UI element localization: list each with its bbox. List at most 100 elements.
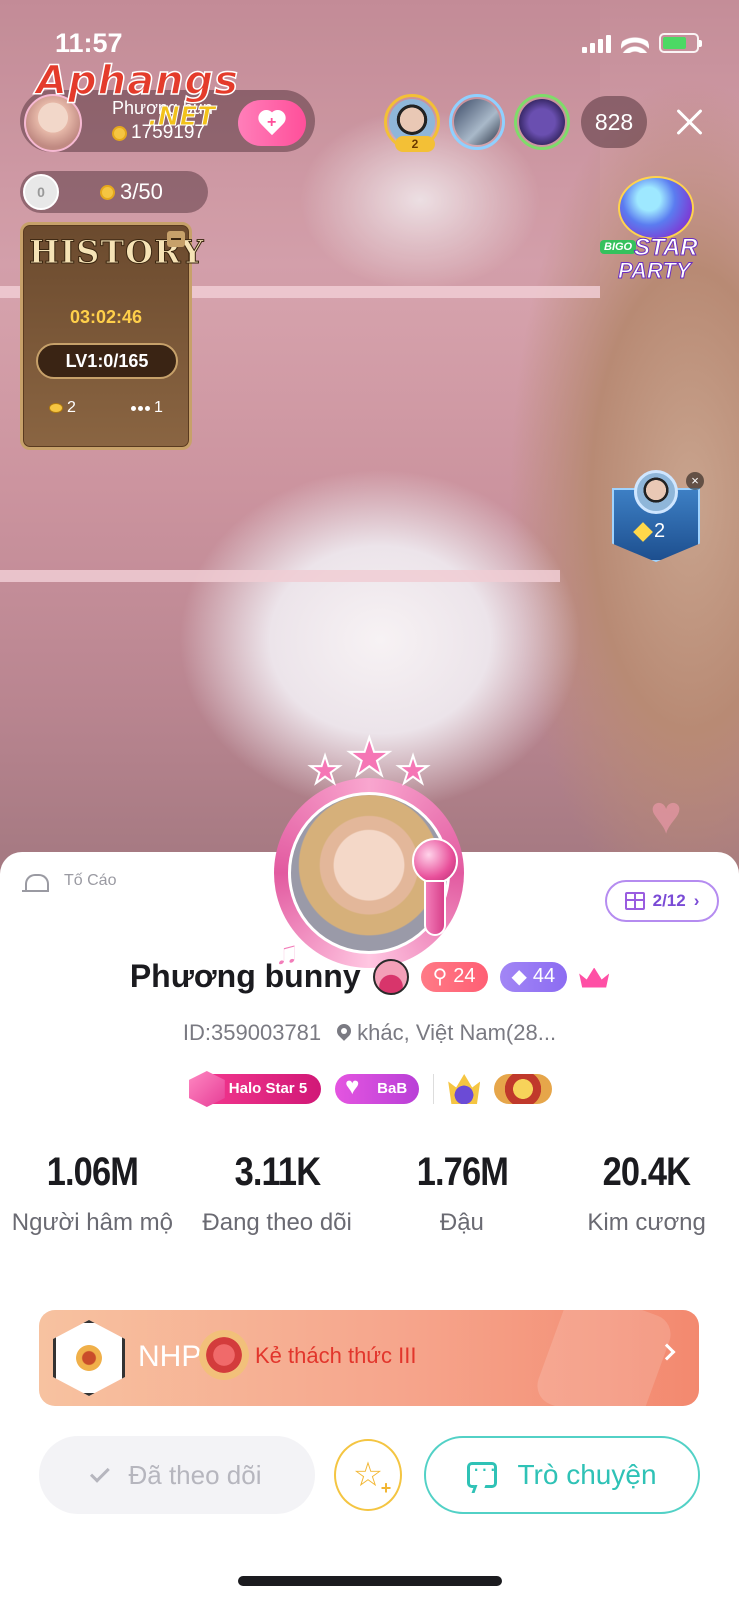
wealth-level-badge[interactable]: ◆ 44 [499,961,568,992]
stat-label: Đang theo dõi [202,1209,352,1236]
crown-medal-icon[interactable] [448,1074,481,1104]
home-indicator[interactable] [238,1576,502,1586]
chat-bubble-icon [467,1456,498,1488]
display-name: Phương bunny [129,958,361,994]
coin-icon [112,125,127,141]
rank-medal-icon [199,1330,249,1380]
history-coin-stat: 2 [49,399,76,417]
report-label: Tố Cáo [64,872,117,889]
winged-medal-icon[interactable] [494,1074,553,1104]
history-level: LV1:0/165 [36,343,178,379]
avatar-stars-icon: ★ ★ ★ [307,728,431,793]
coin-icon [100,184,115,200]
history-timer: 03:02:46 [69,307,143,327]
star-party-brand: BIGO [600,240,637,254]
beans-progress: 3/50 [100,179,163,205]
beans-progress-pill[interactable]: 0 3/50 [20,171,208,213]
floating-hearts-icon [646,784,702,846]
diamond-icon: ◆ [511,966,527,988]
top-gifter-shield[interactable]: × 2 [606,470,706,562]
family-banner[interactable]: NHP Kẻ thách thức III [39,1310,699,1406]
profile-name-row: Phương bunny ⚲ 24 ◆ 44 [0,958,739,995]
stat-value: 20.4K [602,1150,691,1194]
user-id[interactable]: ID:359003781 [183,1020,321,1046]
report-button[interactable]: Tố Cáo [22,868,116,894]
user-level-badge[interactable]: ⚲ 24 [420,961,488,992]
stat-value: 1.76M [416,1150,508,1194]
top-viewer-2[interactable] [449,94,505,150]
shield-value: 2 [654,520,666,542]
check-icon [89,1462,110,1483]
watermark-suffix: .NET [147,102,216,133]
close-icon[interactable] [670,102,710,142]
history-title: HISTORY [29,233,205,272]
stat-value: 1.06M [46,1150,139,1194]
history-item-count: 1 [154,399,163,416]
history-panel[interactable]: HISTORY 03:02:46 LV1:0/165 2 1 [20,222,205,450]
stat-label: Kim cương [587,1209,706,1236]
chat-label: Trò chuyện [517,1459,657,1490]
location-text: khác, Việt Nam(28... [357,1020,557,1045]
shield-diamond-value: 2 [633,520,666,543]
gifter-avatar [634,470,678,514]
history-coin-count: 2 [67,399,76,416]
badge-row: Halo Star 5 BaB [0,1072,739,1104]
planet-icon [618,176,694,240]
star-party-line2: PARTY [618,258,692,284]
followed-button[interactable]: Đã theo dõi [39,1436,315,1514]
shelf [0,570,560,582]
decoration [531,1310,677,1406]
top-viewer-3[interactable] [514,94,570,150]
user-level-icon: ⚲ [432,966,448,988]
stat-diamonds[interactable]: 20.4K Kim cương [554,1120,739,1237]
family-name: NHP [138,1340,202,1373]
gift-count: 2/12 [652,891,686,910]
battery-icon [659,33,702,53]
stat-following[interactable]: 3.11K Đang theo dõi [185,1120,370,1237]
family-logo-icon [53,1320,125,1396]
followed-label: Đã theo dõi [128,1459,262,1490]
minimize-icon[interactable] [167,231,185,247]
gift-icon [624,892,645,910]
status-time: 11:57 [55,28,123,58]
fan-club-badge[interactable]: BaB [335,1072,420,1104]
top-viewer-rank-badge: 2 [395,136,435,152]
stat-label: Đậu [439,1209,484,1236]
family-rank: Kẻ thách thức III [255,1343,417,1368]
beans-level-badge: 0 [23,174,59,210]
wifi-icon [621,33,649,53]
diamond-icon [633,521,653,542]
stat-label: Người hâm mộ [11,1209,173,1236]
signal-icon [582,33,611,53]
divider [433,1074,435,1104]
profile-avatar[interactable]: ★ ★ ★ ♫ [274,728,470,973]
beans-progress-value: 3/50 [120,179,163,204]
viewer-count[interactable]: 828 [581,96,647,148]
wealth-level-value: 44 [532,965,556,987]
tongue-emoji-icon [372,958,409,995]
heart-plus-icon: + [257,109,287,137]
dots-icon [131,405,150,411]
watermark-logo: Aphangs [35,57,239,105]
stat-beans[interactable]: 1.76M Đậu [370,1120,555,1237]
join-fan-club-button[interactable]: + [238,100,306,146]
star-party-event-banner[interactable]: BIGO STAR PARTY [600,176,712,286]
alarm-icon [22,868,50,894]
profile-id-row: ID:359003781 khác, Việt Nam(28... [0,1020,739,1046]
chevron-right-icon: › [693,891,700,910]
halo-star-badge[interactable]: Halo Star 5 [192,1074,322,1104]
history-item-stat: 1 [131,399,163,417]
stat-value: 3.11K [234,1150,320,1194]
stat-fans[interactable]: 1.06M Người hâm mộ [0,1120,185,1237]
gift-wall-button[interactable]: 2/12 › [605,880,719,922]
close-icon[interactable]: × [686,472,704,490]
microphone-icon [410,838,460,948]
chat-button[interactable]: Trò chuyện [424,1436,700,1514]
user-level-value: 24 [453,965,476,987]
location-pin-icon [337,1024,351,1042]
coin-icon [49,403,63,413]
crown-icon[interactable] [579,966,609,988]
add-star-button[interactable]: ☆ + [334,1439,402,1511]
status-icons [582,33,702,53]
profile-stats: 1.06M Người hâm mộ 3.11K Đang theo dõi 1… [0,1120,739,1237]
